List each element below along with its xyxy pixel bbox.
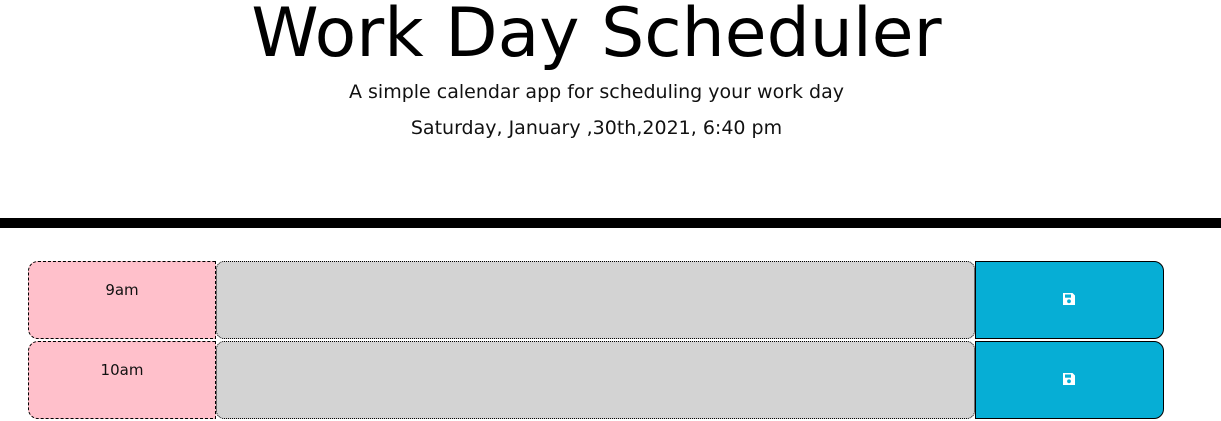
hour-label: 10am [100,361,144,379]
save-button[interactable] [975,261,1164,339]
save-button[interactable] [975,341,1164,419]
save-icon [1063,293,1075,305]
hour-label-box: 10am [28,341,216,419]
hour-label-box: 9am [28,261,216,339]
hour-label: 9am [105,281,139,299]
save-icon [1063,373,1075,385]
header-divider [0,218,1221,228]
page-title: Work Day Scheduler [251,0,942,73]
task-textarea[interactable] [216,261,975,339]
current-date: Saturday, January ,30th,2021, 6:40 pm [410,117,783,139]
page-subtitle: A simple calendar app for scheduling you… [348,81,845,103]
time-block-row: 10am [28,341,1165,419]
task-textarea[interactable] [216,341,975,419]
time-block-row: 9am [28,261,1165,339]
